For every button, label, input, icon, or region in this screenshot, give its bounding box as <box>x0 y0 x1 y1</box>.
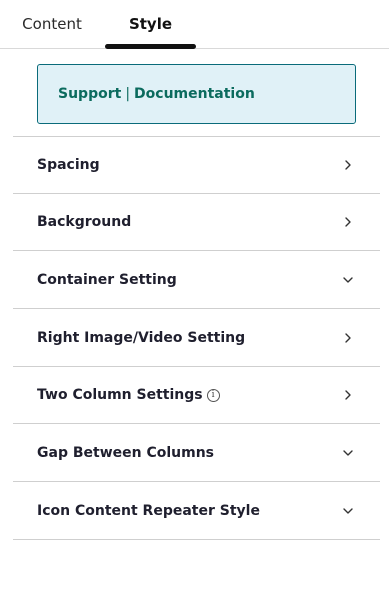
documentation-link[interactable]: Documentation <box>134 86 255 102</box>
tab-style[interactable]: Style <box>105 0 196 48</box>
tab-style-label: Style <box>128 15 173 33</box>
section-background[interactable]: Background <box>13 194 380 251</box>
chevron-right-icon <box>345 390 351 400</box>
tab-bar: Content Style <box>0 0 389 49</box>
section-label: Background <box>37 214 132 230</box>
section-label: Right Image/Video Setting <box>37 329 246 346</box>
chevron-right-icon <box>345 217 351 227</box>
section-spacing[interactable]: Spacing <box>13 137 380 194</box>
section-label: Icon Content Repeater Style <box>37 502 260 519</box>
section-container-setting[interactable]: Container Setting <box>13 251 380 309</box>
section-label: Spacing <box>37 157 100 173</box>
section-label-wrap: Two Column Settings i <box>37 387 220 403</box>
tab-content[interactable]: Content <box>0 0 104 48</box>
section-label: Gap Between Columns <box>37 444 215 461</box>
tab-content-label: Content <box>22 15 82 33</box>
support-link[interactable]: Support <box>58 86 121 102</box>
section-two-column-settings[interactable]: Two Column Settings i <box>13 367 380 424</box>
chevron-right-icon <box>345 160 351 170</box>
style-sections: Spacing Background Container Setting Rig… <box>13 136 380 540</box>
section-gap-between-columns[interactable]: Gap Between Columns <box>13 424 380 482</box>
support-notice: Support | Documentation <box>37 64 356 124</box>
chevron-right-icon <box>345 332 351 343</box>
active-tab-indicator <box>105 44 196 49</box>
link-separator: | <box>125 86 131 102</box>
chevron-down-icon <box>343 276 353 283</box>
section-icon-content-repeater-style[interactable]: Icon Content Repeater Style <box>13 482 380 540</box>
section-right-image-video-setting[interactable]: Right Image/Video Setting <box>13 309 380 367</box>
section-label: Container Setting <box>37 271 177 288</box>
chevron-down-icon <box>343 449 353 456</box>
section-label: Two Column Settings <box>37 387 203 403</box>
info-icon[interactable]: i <box>206 388 220 402</box>
chevron-down-icon <box>343 507 353 514</box>
